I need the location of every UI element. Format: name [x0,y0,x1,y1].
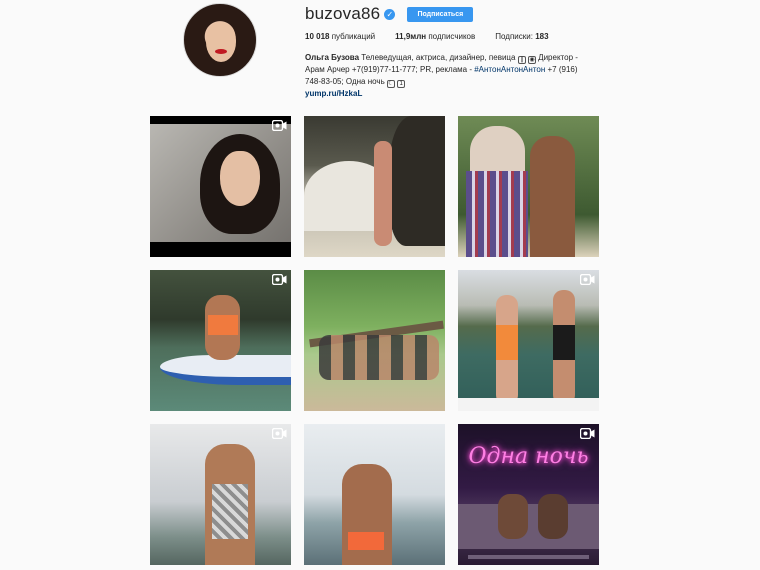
post-image-person [538,494,568,539]
video-icon [272,120,287,131]
post-tile[interactable] [304,424,445,565]
post-image-person [530,136,575,257]
post-neon-text: Одна ночь [468,444,589,469]
post-tile[interactable] [458,116,599,257]
followers-count-label: подписчиков [428,32,476,41]
profile-stats: 10 018 публикаций 11,9млн подписчиков По… [305,32,605,41]
video-icon [272,274,287,285]
following-count[interactable]: Подписки: 183 [495,32,548,41]
post-tile[interactable] [458,270,599,411]
bio-description: Телеведущая, актриса, дизайнер, певица [361,53,516,62]
profile-avatar[interactable] [183,3,257,77]
video-icon [272,428,287,439]
video-icon [580,274,595,285]
post-image-shirt [466,171,528,257]
posts-count-label: публикаций [331,32,376,41]
post-image-face [220,151,260,206]
profile-header: buzova86 ✓ Подписаться 10 018 публикаций… [305,0,605,98]
following-count-label: Подписки: [495,32,533,41]
following-count-value: 183 [535,32,549,41]
post-image-person [374,141,392,246]
avatar-lips [215,49,227,54]
username-row: buzova86 ✓ Подписаться [305,2,605,26]
post-tile[interactable]: Одна ночь [458,424,599,565]
paperclip-icon: ∥ [517,56,526,64]
camera-icon: ◉ [527,56,536,64]
posts-count[interactable]: 10 018 публикаций [305,32,375,41]
username: buzova86 [305,4,381,23]
follow-button[interactable]: Подписаться [407,6,474,22]
post-tile[interactable] [150,270,291,411]
followers-count-value: 11,9млн [395,32,427,41]
post-image-swimsuit [212,484,248,539]
video-icon [580,428,595,439]
post-image-caption [468,555,589,559]
post-image-deck [458,398,599,411]
post-image-people [319,335,439,380]
bio-hashtag[interactable]: #АнтонАнтонАнтон [474,65,545,74]
post-image-swimsuit [553,325,575,360]
post-image-swimsuit [496,325,518,360]
avatar-face [206,22,236,62]
followers-count[interactable]: 11,9млн подписчиков [395,32,475,41]
posts-count-value: 10 018 [305,32,330,41]
bio-full-name: Ольга Бузова [305,53,360,62]
profile-bio: Ольга Бузова Телеведущая, актриса, дизай… [305,52,595,88]
profile-website-link[interactable]: yump.ru/HzkaL [305,89,605,98]
post-tile[interactable] [150,116,291,257]
post-image-swimsuit [348,532,384,550]
post-image-person [498,494,528,539]
post-image-rock [389,116,445,246]
post-tile[interactable] [304,270,445,411]
verified-badge-icon: ✓ [384,8,396,20]
post-image-swimsuit [208,315,238,335]
one-keycap-icon: 1 [397,79,406,88]
post-image-bed [458,504,599,549]
moon-emoji-icon: ☾ [386,79,395,88]
post-tile[interactable] [150,424,291,565]
post-tile[interactable] [304,116,445,257]
